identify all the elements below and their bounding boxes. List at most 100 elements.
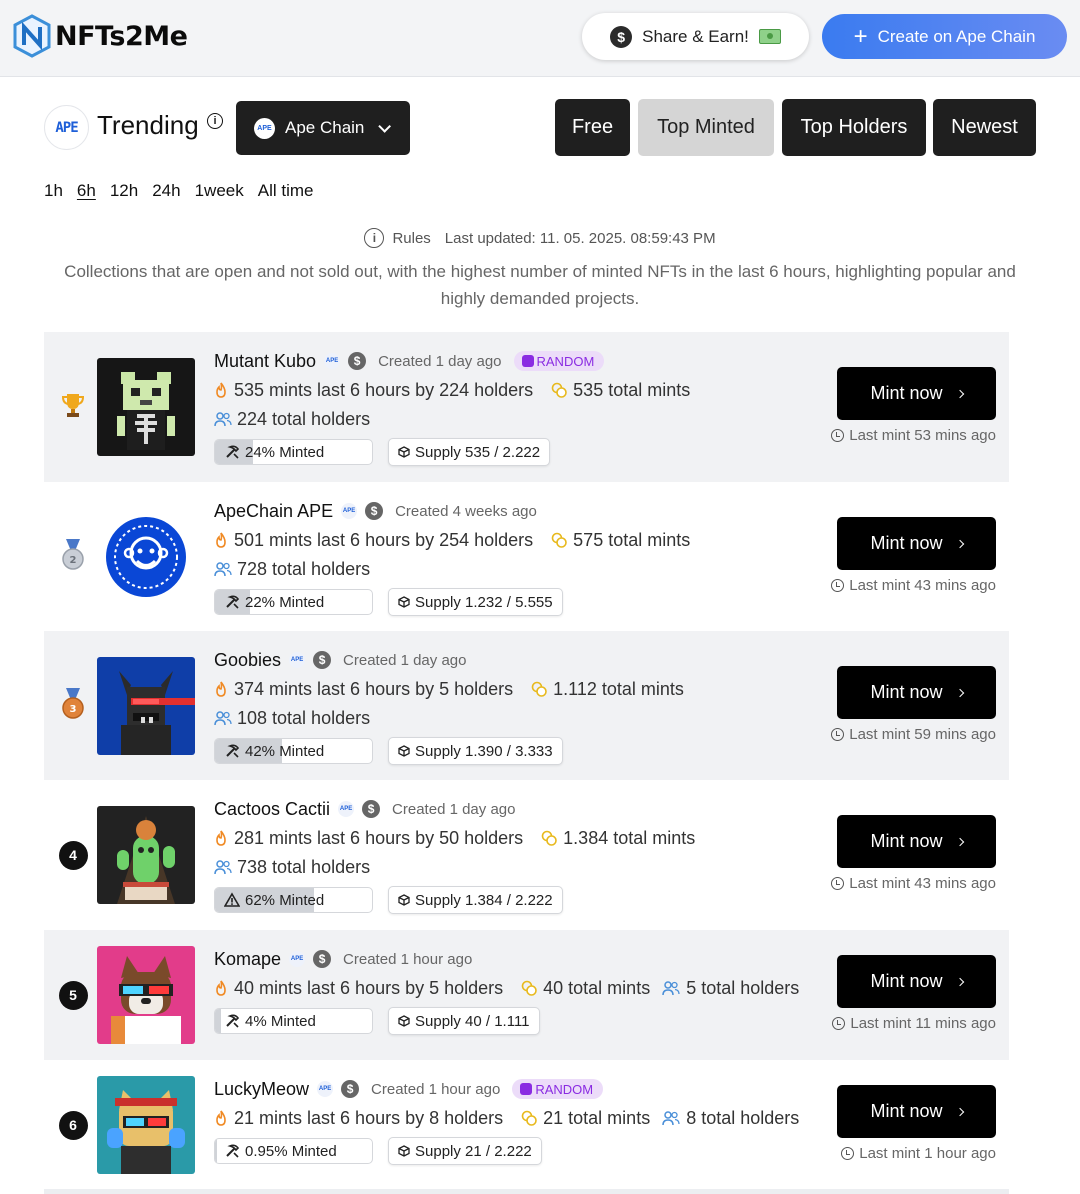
title-line: ApeChain APE APE $ Created 4 weeks ago: [214, 500, 824, 522]
collection-name[interactable]: ApeChain APE: [214, 501, 333, 522]
stats-line: 501 mints last 6 hours by 254 holders 575…: [214, 529, 824, 551]
collection-thumbnail[interactable]: [97, 657, 195, 755]
pickaxe-icon: [224, 594, 240, 610]
mint-now-button[interactable]: Mint now: [837, 666, 996, 719]
random-badge-label: RANDOM: [536, 353, 595, 369]
collection-thumbnail[interactable]: [97, 508, 195, 606]
flame-icon: [214, 532, 228, 549]
clock-icon: [831, 877, 845, 890]
time-tab-1week[interactable]: 1week: [195, 181, 244, 201]
collection-info: Goobies APE $ Created 1 day ago 374 mints la…: [214, 649, 824, 765]
share-and-earn-label: Share & Earn!: [642, 26, 749, 46]
people-icon: [662, 1110, 680, 1126]
logo[interactable]: NFTs2Me: [12, 12, 188, 60]
filter-free[interactable]: Free: [555, 99, 630, 156]
ape-chain-icon: APE: [289, 951, 306, 967]
collection-row[interactable]: 5 Komape APE $ Created 1 hour ago 40 mints la…: [44, 930, 1009, 1060]
ape-chain-icon: APE: [317, 1081, 334, 1097]
logo-mark-icon: [13, 14, 51, 58]
supply-value: Supply 40 / 1.111: [415, 1012, 530, 1030]
supply-pill: Supply 1.384 / 2.222: [388, 886, 563, 914]
mint-now-button[interactable]: Mint now: [837, 955, 996, 1008]
pill-line: 42% Minted Supply 1.390 / 3.333: [214, 737, 824, 765]
coins-icon: [529, 830, 557, 846]
dollar-icon: $: [313, 651, 332, 669]
pill-line: 22% Minted Supply 1.232 / 5.555: [214, 588, 824, 616]
title-line: Komape APE $ Created 1 hour ago: [214, 948, 824, 970]
cube-icon: [398, 446, 410, 458]
dice-icon: [520, 1083, 533, 1095]
created-time: Created 4 weeks ago: [395, 502, 537, 520]
time-tab-12h[interactable]: 12h: [110, 181, 138, 201]
info-icon[interactable]: i: [207, 113, 223, 129]
time-tab-6h[interactable]: 6h: [77, 181, 96, 201]
chevron-right-icon: [955, 837, 964, 846]
time-tab-24h[interactable]: 24h: [152, 181, 180, 201]
cube-icon: [398, 596, 410, 608]
filter-top-holders[interactable]: Top Holders: [782, 99, 926, 156]
collection-name[interactable]: Cactoos Cactii: [214, 799, 330, 820]
collection-thumbnail[interactable]: [97, 358, 195, 456]
random-badge: RANDOM: [513, 351, 605, 371]
created-time: Created 1 hour ago: [343, 950, 473, 968]
logo-text: NFTs2Me: [55, 20, 188, 52]
recent-mints: 281 mints last 6 hours by 50 holders: [234, 827, 524, 848]
collection-thumbnail[interactable]: [97, 946, 195, 1044]
collection-name[interactable]: Goobies: [214, 650, 281, 671]
people-icon: [214, 411, 232, 427]
top-header: NFTs2Me $ Share & Earn! + Create on Ape …: [0, 0, 1080, 77]
collection-thumbnail[interactable]: [97, 806, 195, 904]
share-and-earn-button[interactable]: $ Share & Earn!: [582, 13, 809, 60]
mint-now-button[interactable]: Mint now: [837, 815, 996, 868]
last-mint-time: Last mint 43 mins ago: [849, 577, 996, 594]
rules-link[interactable]: Rules: [392, 230, 430, 247]
minted-progress: 22% Minted: [214, 589, 373, 615]
supply-value: Supply 1.390 / 3.333: [415, 742, 553, 760]
last-mint: Last mint 11 mins ago: [832, 1015, 996, 1032]
recent-mints: 535 mints last 6 hours by 224 holders: [234, 379, 534, 400]
collection-name[interactable]: Mutant Kubo: [214, 351, 316, 372]
holders-line: 738 total holders: [214, 856, 824, 878]
filter-newest[interactable]: Newest: [933, 99, 1036, 156]
clock-icon: [832, 1017, 846, 1030]
minted-progress: 62% Minted: [214, 887, 373, 913]
created-time: Created 1 hour ago: [371, 1080, 501, 1098]
chevron-down-icon: [378, 119, 392, 133]
supply-pill: Supply 1.390 / 3.333: [388, 737, 563, 765]
mint-now-button[interactable]: Mint now: [837, 1085, 996, 1138]
minted-progress-fill: [215, 1139, 217, 1163]
chain-selector-label: Ape Chain: [285, 118, 365, 137]
last-mint: Last mint 59 mins ago: [831, 726, 996, 743]
mint-now-label: Mint now: [870, 533, 943, 553]
collection-name[interactable]: LuckyMeow: [214, 1079, 309, 1100]
create-collection-button[interactable]: + Create on Ape Chain: [822, 14, 1067, 59]
filter-top-minted[interactable]: Top Minted: [638, 99, 774, 156]
created-time: Created 1 day ago: [378, 352, 502, 370]
collection-row[interactable]: 3 Goobies APE $ Created 1 day ago 374 mints l…: [44, 631, 1009, 780]
collection-name[interactable]: Komape: [214, 949, 281, 970]
collection-info: LuckyMeow APE $ Created 1 hour ago RANDOM 21 …: [214, 1078, 824, 1165]
chain-selector[interactable]: APE Ape Chain: [236, 101, 410, 155]
collection-row[interactable]: 2 ApeChain APE APE $ Created 4 weeks ago 501 …: [44, 482, 1009, 631]
total-mints: 1.384 total mints: [563, 827, 696, 848]
mint-now-button[interactable]: Mint now: [837, 367, 996, 420]
recent-mints: 21 mints last 6 hours by 8 holders: [234, 1107, 504, 1128]
collection-row[interactable]: 6 LuckyMeow APE $ Created 1 hour ago RANDOM 21…: [44, 1060, 1009, 1190]
minted-percent: 0.95% Minted: [245, 1142, 337, 1160]
mint-now-button[interactable]: Mint now: [837, 517, 996, 570]
ape-chain-icon: APE: [341, 503, 358, 519]
total-holders: 224 total holders: [237, 408, 371, 429]
total-mints: 575 total mints: [573, 529, 691, 550]
collection-row[interactable]: 4 Cactoos Cactii APE $ Created 1 day ago 281 …: [44, 780, 1009, 930]
collection-thumbnail[interactable]: [97, 1076, 195, 1174]
rank-indicator: 4: [58, 840, 88, 870]
total-mints: 21 total mints: [543, 1107, 651, 1128]
collection-row[interactable]: Mutant Kubo APE $ Created 1 day ago RANDOM 53…: [44, 332, 1009, 482]
cube-icon: [398, 1015, 410, 1027]
coins-icon: [509, 1110, 537, 1126]
time-tab-all-time[interactable]: All time: [258, 181, 314, 201]
time-tab-1h[interactable]: 1h: [44, 181, 63, 201]
total-holders: 5 total holders: [686, 977, 800, 998]
total-mints: 535 total mints: [573, 379, 691, 400]
mint-now-label: Mint now: [870, 831, 943, 851]
